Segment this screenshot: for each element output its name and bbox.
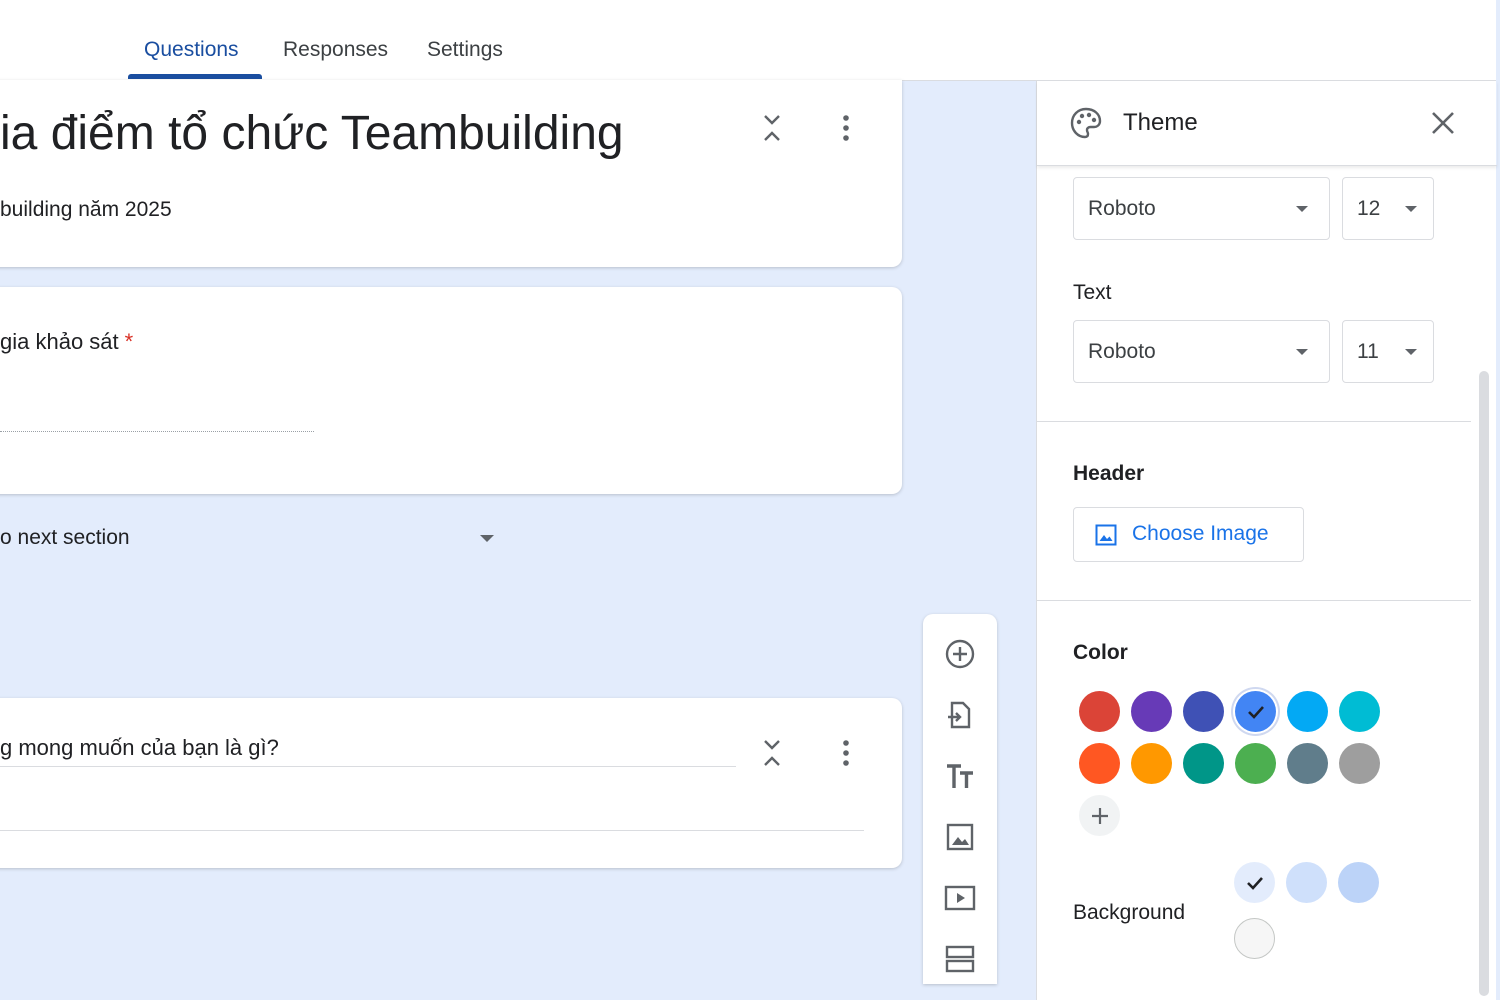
background-swatch[interactable] bbox=[1338, 862, 1379, 903]
background-swatch[interactable] bbox=[1234, 918, 1275, 959]
form-title-card[interactable]: ia điểm tổ chức Teambuilding building nă… bbox=[0, 80, 902, 267]
color-swatch[interactable] bbox=[1339, 691, 1380, 732]
tab-settings[interactable]: Settings bbox=[427, 38, 503, 62]
color-swatch[interactable] bbox=[1339, 743, 1380, 784]
short-answer-line bbox=[0, 431, 314, 432]
question-card-2[interactable]: g mong muốn của bạn là gì? bbox=[0, 698, 902, 868]
form-description[interactable]: building năm 2025 bbox=[0, 198, 172, 222]
collapse-icon[interactable] bbox=[752, 733, 792, 773]
text-font-label: Text bbox=[1073, 281, 1112, 304]
header-font-size-select[interactable]: 12 bbox=[1342, 177, 1434, 240]
after-section-select[interactable]: o next section bbox=[0, 526, 130, 550]
form-title[interactable]: ia điểm tổ chức Teambuilding bbox=[0, 106, 624, 161]
answer-line bbox=[0, 830, 864, 831]
question-2-underline bbox=[0, 766, 736, 767]
panel-title: Theme bbox=[1123, 109, 1198, 136]
background-swatch[interactable] bbox=[1286, 862, 1327, 903]
import-icon[interactable] bbox=[940, 695, 980, 735]
background-label: Background bbox=[1073, 901, 1186, 924]
color-swatch[interactable] bbox=[1079, 691, 1120, 732]
top-tab-bar: Questions Responses Settings bbox=[0, 0, 1496, 81]
header-font-family-value: Roboto bbox=[1088, 197, 1156, 220]
text-font-family-select[interactable]: Roboto bbox=[1073, 320, 1330, 383]
collapse-icon[interactable] bbox=[752, 108, 792, 148]
floating-toolbar bbox=[923, 614, 997, 984]
close-icon[interactable] bbox=[1429, 109, 1457, 142]
chevron-down-icon bbox=[1296, 349, 1308, 355]
color-label: Color bbox=[1073, 641, 1128, 664]
more-vert-icon[interactable] bbox=[826, 733, 866, 773]
color-swatch[interactable] bbox=[1131, 691, 1172, 732]
section-divider bbox=[1037, 421, 1471, 422]
question-2-title[interactable]: g mong muốn của bạn là gì? bbox=[0, 735, 279, 761]
question-1-text: gia khảo sát bbox=[0, 329, 119, 354]
question-1-title[interactable]: gia khảo sát * bbox=[0, 329, 133, 355]
check-icon bbox=[1247, 705, 1264, 719]
color-swatch[interactable] bbox=[1235, 691, 1276, 732]
color-swatch[interactable] bbox=[1235, 743, 1276, 784]
color-swatch[interactable] bbox=[1079, 743, 1120, 784]
tab-responses[interactable]: Responses bbox=[283, 38, 388, 62]
background-swatch[interactable] bbox=[1234, 862, 1275, 903]
add-circle-icon[interactable] bbox=[940, 634, 980, 674]
text-font-family-value: Roboto bbox=[1088, 340, 1156, 363]
header-label: Header bbox=[1073, 462, 1145, 485]
check-icon bbox=[1246, 876, 1263, 890]
color-swatch[interactable] bbox=[1287, 691, 1328, 732]
color-swatch[interactable] bbox=[1287, 743, 1328, 784]
choose-image-label: Choose Image bbox=[1132, 522, 1269, 545]
color-swatch[interactable] bbox=[1183, 691, 1224, 732]
add-custom-color-button[interactable] bbox=[1079, 795, 1120, 836]
video-icon[interactable] bbox=[940, 878, 980, 918]
chevron-down-icon bbox=[1405, 206, 1417, 212]
more-vert-icon[interactable] bbox=[826, 108, 866, 148]
color-swatch[interactable] bbox=[1131, 743, 1172, 784]
chevron-down-icon bbox=[1296, 206, 1308, 212]
section-icon[interactable] bbox=[940, 939, 980, 979]
color-swatch[interactable] bbox=[1183, 743, 1224, 784]
header-font-size-value: 12 bbox=[1357, 197, 1381, 220]
choose-image-button[interactable]: Choose Image bbox=[1073, 507, 1304, 562]
required-mark: * bbox=[124, 329, 134, 354]
text-font-size-value: 11 bbox=[1357, 340, 1379, 363]
chevron-down-icon bbox=[1405, 349, 1417, 355]
theme-panel-header: Theme bbox=[1037, 81, 1497, 166]
image-icon bbox=[1094, 523, 1118, 552]
header-font-family-select[interactable]: Roboto bbox=[1073, 177, 1330, 240]
chevron-down-icon[interactable] bbox=[480, 535, 494, 542]
theme-panel: Theme Roboto 12 Text Roboto 11 Header Ch… bbox=[1036, 81, 1497, 1000]
question-card-1[interactable]: gia khảo sát * bbox=[0, 287, 902, 494]
active-tab-indicator bbox=[128, 74, 262, 79]
palette-icon bbox=[1069, 106, 1103, 145]
panel-scrollbar[interactable] bbox=[1479, 371, 1489, 996]
tab-questions[interactable]: Questions bbox=[144, 38, 239, 62]
title-text-icon[interactable] bbox=[940, 756, 980, 796]
text-font-size-select[interactable]: 11 bbox=[1342, 320, 1434, 383]
section-divider bbox=[1037, 600, 1471, 601]
image-icon[interactable] bbox=[940, 817, 980, 857]
